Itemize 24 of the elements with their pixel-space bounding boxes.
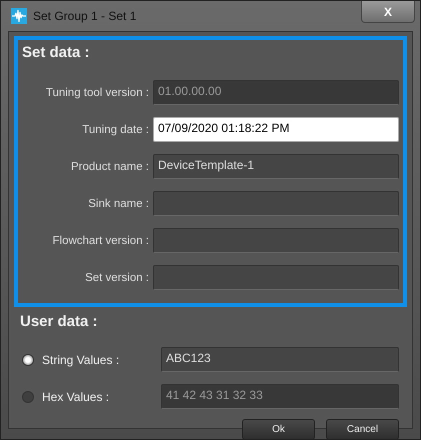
- waveform-icon: [11, 8, 27, 24]
- close-button[interactable]: X: [361, 1, 415, 23]
- input-field[interactable]: 41 42 43 31 32 33: [161, 384, 399, 409]
- input-field[interactable]: 07/09/2020 01:18:22 PM: [153, 117, 399, 142]
- field-label: Tuning date :: [81, 124, 149, 136]
- section-heading: User data :: [20, 313, 99, 332]
- window-title: Set Group 1 - Set 1: [33, 9, 136, 23]
- ok-button[interactable]: Ok: [242, 419, 315, 440]
- option-label: Hex Values :: [42, 390, 110, 404]
- input-field[interactable]: ABC123: [161, 347, 399, 372]
- field-label: Flowchart version :: [51, 234, 149, 246]
- input-field[interactable]: [153, 228, 399, 253]
- cancel-button[interactable]: Cancel: [326, 419, 399, 440]
- field-label: Set version :: [84, 272, 149, 284]
- radio-button[interactable]: [22, 354, 34, 366]
- input-field[interactable]: [153, 191, 399, 216]
- input-field[interactable]: [153, 265, 399, 290]
- input-field[interactable]: DeviceTemplate-1: [153, 154, 399, 179]
- radio-button[interactable]: [22, 390, 34, 402]
- field-label: Sink name :: [87, 198, 149, 210]
- section-heading: Set data :: [22, 44, 91, 63]
- field-label: Product name :: [70, 160, 149, 172]
- option-label: String Values :: [42, 352, 120, 366]
- field-label: Tuning tool version :: [44, 86, 149, 98]
